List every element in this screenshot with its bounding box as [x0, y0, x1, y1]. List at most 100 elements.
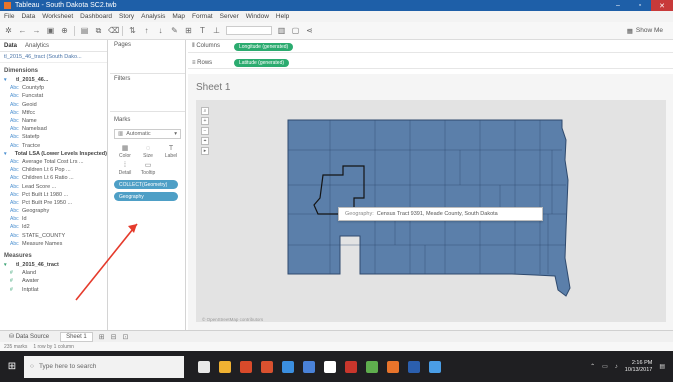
field-item[interactable]: Abc Funcstat: [0, 92, 107, 100]
menu-item[interactable]: Window: [246, 13, 269, 20]
taskbar-search-box[interactable]: ○ Type here to search: [24, 355, 184, 378]
pin-icon[interactable]: ⌖: [201, 137, 209, 145]
share-icon[interactable]: ⋖: [305, 26, 314, 35]
swap-icon[interactable]: ⇅: [128, 26, 137, 35]
pages-card[interactable]: Pages: [110, 40, 185, 74]
menu-item[interactable]: Map: [172, 13, 185, 20]
rows-pill[interactable]: Latitude (generated): [234, 58, 290, 67]
mark-pill[interactable]: Geography: [114, 192, 178, 201]
close-icon[interactable]: ✕: [651, 0, 673, 11]
field-item[interactable]: Abc Lead Score ...: [0, 182, 107, 190]
field-item[interactable]: Abc Children Lt 6 Ratio ...: [0, 174, 107, 182]
taskbar-app-icon[interactable]: [324, 360, 336, 373]
maximize-icon[interactable]: ▫: [629, 0, 651, 11]
field-folder[interactable]: ▾ Total LSA (Lower Levels Inspected): [0, 150, 107, 158]
mark-color-button[interactable]: ▦ Color: [114, 144, 136, 160]
mark-detail-button[interactable]: ⁞ Detail: [114, 161, 136, 177]
field-folder[interactable]: ▾ tl_2015_46_tract: [0, 261, 107, 269]
field-item[interactable]: Abc Statefp: [0, 133, 107, 141]
taskbar-clock[interactable]: 2:16 PM 10/13/2017: [625, 360, 653, 374]
data-source-name[interactable]: tl_2015_46_tract (South Dako...: [0, 52, 107, 63]
field-item[interactable]: Abc Children Lt 6 Pop ...: [0, 166, 107, 174]
menu-item[interactable]: Help: [276, 13, 289, 20]
field-item[interactable]: Abc Tractce: [0, 142, 107, 150]
menu-item[interactable]: Worksheet: [42, 13, 73, 20]
taskbar-app-icon[interactable]: [387, 360, 399, 373]
play-icon[interactable]: ▸: [201, 147, 209, 155]
menu-item[interactable]: Story: [119, 13, 134, 20]
fix-axes-icon[interactable]: ⊥: [212, 26, 221, 35]
field-item[interactable]: Abc Average Total Cost Lrs ...: [0, 158, 107, 166]
new-sheet-icon[interactable]: ⊞: [99, 333, 105, 341]
save-icon[interactable]: ▣: [46, 26, 55, 35]
mark-size-button[interactable]: ◌ Size: [137, 144, 159, 160]
field-item[interactable]: Abc Pct Built Pre 1950 ...: [0, 199, 107, 207]
field-item[interactable]: # Aland: [0, 269, 107, 277]
sort-ascending-icon[interactable]: ↑: [142, 26, 151, 35]
field-item[interactable]: Abc Id2: [0, 223, 107, 231]
mark-label-button[interactable]: T Label: [160, 144, 182, 160]
field-item[interactable]: Abc Geoid: [0, 101, 107, 109]
taskbar-app-icon[interactable]: [366, 360, 378, 373]
network-icon[interactable]: ▭: [602, 363, 608, 370]
rows-shelf[interactable]: ≡ Rows Latitude (generated): [188, 57, 673, 69]
columns-pill[interactable]: Longitude (generated): [234, 42, 294, 51]
tab-data-source[interactable]: ⛁ Data Source: [4, 332, 54, 342]
menu-item[interactable]: Data: [21, 13, 35, 20]
notifications-icon[interactable]: ▤: [659, 363, 665, 370]
highlight-icon[interactable]: ✎: [170, 26, 179, 35]
menu-item[interactable]: Analysis: [141, 13, 165, 20]
show-me-button[interactable]: ▦ Show Me: [627, 27, 663, 35]
field-item[interactable]: Abc Name: [0, 117, 107, 125]
field-item[interactable]: Abc Measure Names: [0, 240, 107, 248]
sort-descending-icon[interactable]: ↓: [156, 26, 165, 35]
search-icon[interactable]: ⌕: [201, 107, 209, 115]
duplicate-icon[interactable]: ⧉: [94, 26, 103, 36]
minimize-icon[interactable]: –: [607, 0, 629, 11]
field-item[interactable]: Abc Countyfp: [0, 84, 107, 92]
volume-icon[interactable]: ♪: [615, 364, 618, 370]
taskbar-app-icon[interactable]: [303, 360, 315, 373]
menu-item[interactable]: Format: [192, 13, 213, 20]
field-folder[interactable]: ▾ tl_2015_46...: [0, 76, 107, 84]
taskbar-app-icon[interactable]: [429, 360, 441, 373]
new-data-source-icon[interactable]: ⊕: [60, 26, 69, 35]
forward-icon[interactable]: →: [32, 26, 41, 35]
taskbar-app-icon[interactable]: [240, 360, 252, 373]
tab-analytics[interactable]: Analytics: [25, 43, 49, 49]
zoom-out-icon[interactable]: −: [201, 127, 209, 135]
back-icon[interactable]: ←: [18, 26, 27, 35]
tab-sheet-1[interactable]: Sheet 1: [60, 331, 93, 342]
mark-pill[interactable]: COLLECT(Geometry): [114, 180, 178, 189]
labels-icon[interactable]: T: [198, 26, 207, 35]
tab-data[interactable]: Data: [4, 43, 17, 49]
mark-type-dropdown[interactable]: ▥ Automatic ▾: [114, 129, 181, 139]
mark-tooltip-button[interactable]: ▭ Tooltip: [137, 161, 159, 177]
clear-icon[interactable]: ⌫: [108, 26, 119, 35]
filters-card[interactable]: Filters: [110, 74, 185, 112]
taskbar-app-icon[interactable]: [282, 360, 294, 373]
show-cards-icon[interactable]: ▥: [277, 26, 286, 35]
windows-start-icon[interactable]: ⊞: [0, 351, 24, 382]
field-item[interactable]: Abc Mtfcc: [0, 109, 107, 117]
menu-item[interactable]: Dashboard: [80, 13, 112, 20]
taskbar-app-icon[interactable]: [345, 360, 357, 373]
group-icon[interactable]: ⊞: [184, 26, 193, 35]
field-item[interactable]: Abc Id: [0, 215, 107, 223]
fit-selector[interactable]: [226, 26, 272, 35]
menu-item[interactable]: Server: [220, 13, 239, 20]
chevron-up-icon[interactable]: ⌃: [590, 363, 595, 370]
taskbar-app-icon[interactable]: [198, 360, 210, 373]
field-item[interactable]: # Awater: [0, 277, 107, 285]
field-item[interactable]: Abc STATE_COUNTY: [0, 232, 107, 240]
field-item[interactable]: Abc Geography: [0, 207, 107, 215]
new-story-icon[interactable]: ⊡: [123, 333, 129, 341]
new-worksheet-icon[interactable]: ▤: [80, 26, 89, 35]
zoom-in-icon[interactable]: +: [201, 117, 209, 125]
columns-shelf[interactable]: ⦀ Columns Longitude (generated): [188, 41, 673, 53]
taskbar-app-icon[interactable]: [219, 360, 231, 373]
presentation-icon[interactable]: ▢: [291, 26, 300, 35]
taskbar-app-icon[interactable]: [408, 360, 420, 373]
taskbar-app-icon[interactable]: [261, 360, 273, 373]
field-item[interactable]: Abc Namelsad: [0, 125, 107, 133]
